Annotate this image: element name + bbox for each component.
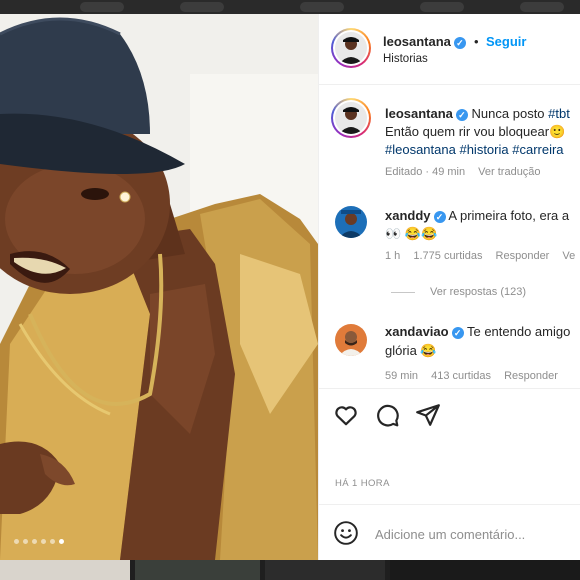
commenter-avatar[interactable] xyxy=(335,206,367,238)
post-modal: leosantana ✓ • Seguir Historias leosantan… xyxy=(0,14,580,560)
carousel-dots xyxy=(14,539,64,544)
post-location[interactable]: Historias xyxy=(383,53,428,65)
author-username[interactable]: leosantana ✓ xyxy=(383,34,466,49)
caption-username[interactable]: leosantana xyxy=(385,106,453,121)
verified-icon: ✓ xyxy=(453,37,466,49)
see-translation-link[interactable]: Ver tradução xyxy=(478,166,540,178)
author-avatar[interactable] xyxy=(331,28,371,68)
verified-icon: ✓ xyxy=(433,211,446,223)
replies-line xyxy=(391,292,415,293)
comments-divider xyxy=(319,388,580,389)
comment-1-likes[interactable]: 1.775 curtidas xyxy=(413,250,482,262)
comment-1-username[interactable]: xanddy xyxy=(385,208,431,223)
comment-2-reply-button[interactable]: Responder xyxy=(504,370,558,382)
comment-1-more[interactable]: Ve xyxy=(562,250,575,262)
comment-2-time: 59 min xyxy=(385,370,419,382)
comment-1-reply-button[interactable]: Responder xyxy=(496,250,550,262)
view-replies-button[interactable]: Ver respostas (123) xyxy=(430,286,526,298)
comment-1-meta: 1 h 1.775 curtidas Responder Ve xyxy=(385,250,575,262)
background-feed-bottom xyxy=(0,560,580,580)
heart-icon[interactable] xyxy=(333,402,359,428)
caption-meta: Editado · 49 min Ver tradução xyxy=(385,166,541,178)
verified-icon: ✓ xyxy=(455,109,468,121)
caption-line-2: Então quem rir vou bloquear🙂 xyxy=(385,124,566,139)
commenter-avatar[interactable] xyxy=(335,324,367,356)
footer-divider xyxy=(319,504,580,505)
separator-dot: • xyxy=(474,34,479,49)
share-icon[interactable] xyxy=(415,402,441,428)
hashtag-historia[interactable]: #historia xyxy=(459,142,508,157)
comment-2-username[interactable]: xandaviao xyxy=(385,324,449,339)
comment-2-line-1: xandaviao ✓ Te entendo amigo xyxy=(385,324,571,339)
follow-button[interactable]: Seguir xyxy=(486,34,526,49)
caption-avatar[interactable] xyxy=(331,98,371,138)
caption-time: Editado · 49 min xyxy=(385,166,466,178)
hashtag-tbt[interactable]: #tbt xyxy=(548,106,570,121)
comment-2-meta: 59 min 413 curtidas Responder xyxy=(385,370,558,382)
emoji-icon[interactable] xyxy=(333,520,359,546)
caption-hashtags: #leosantana #historia #carreira xyxy=(385,142,564,157)
hashtag-leosantana[interactable]: #leosantana xyxy=(385,142,456,157)
comment-1-line-1: xanddy ✓ A primeira foto, era a xyxy=(385,208,570,223)
comment-2-likes[interactable]: 413 curtidas xyxy=(431,370,491,382)
post-photo-illustration xyxy=(0,14,318,560)
comment-input[interactable] xyxy=(375,522,575,546)
post-photo[interactable] xyxy=(0,14,318,560)
post-side-panel: leosantana ✓ • Seguir Historias leosantan… xyxy=(318,14,580,560)
header-divider xyxy=(319,84,580,85)
hashtag-carreira[interactable]: #carreira xyxy=(512,142,563,157)
comment-1-line-2: 👀 😂😂 xyxy=(385,226,438,241)
comment-2-line-2: glória 😂 xyxy=(385,343,437,358)
comment-icon[interactable] xyxy=(374,402,400,428)
verified-icon: ✓ xyxy=(451,327,464,339)
caption-line-1: leosantana ✓ Nunca posto #tbt xyxy=(385,106,570,121)
background-feed-top xyxy=(0,0,580,14)
emoji: 🙂 xyxy=(549,124,566,139)
comment-1-time: 1 h xyxy=(385,250,401,262)
post-timestamp: HÁ 1 HORA xyxy=(335,478,390,489)
